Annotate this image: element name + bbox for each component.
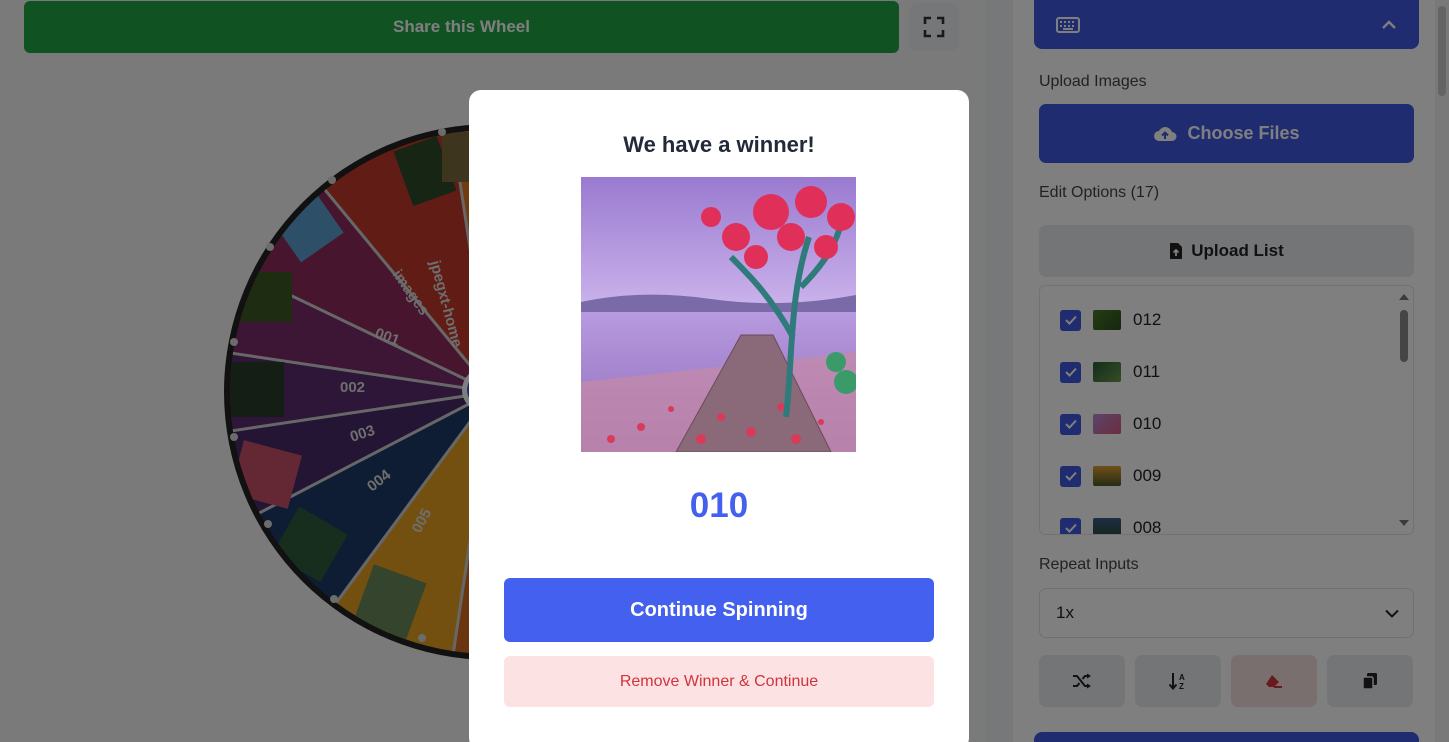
remove-winner-button[interactable]: Remove Winner & Continue — [504, 656, 934, 707]
continue-spinning-button[interactable]: Continue Spinning — [504, 578, 934, 642]
winner-image — [581, 177, 856, 452]
winner-modal: We have a winner! 010 Continue Spinning … — [469, 90, 969, 742]
winner-name: 010 — [689, 486, 749, 525]
modal-title: We have a winner! — [623, 132, 815, 157]
